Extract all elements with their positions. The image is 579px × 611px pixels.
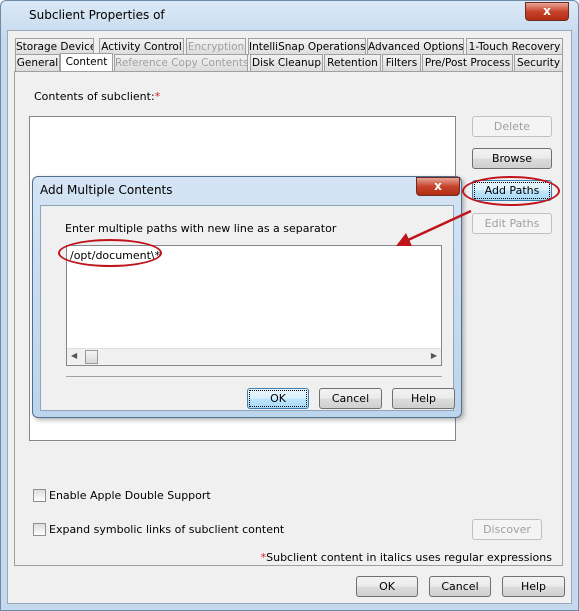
annotation-arrow: [396, 209, 472, 246]
arrow-line: [407, 209, 472, 242]
tab-content[interactable]: Content: [60, 53, 113, 71]
